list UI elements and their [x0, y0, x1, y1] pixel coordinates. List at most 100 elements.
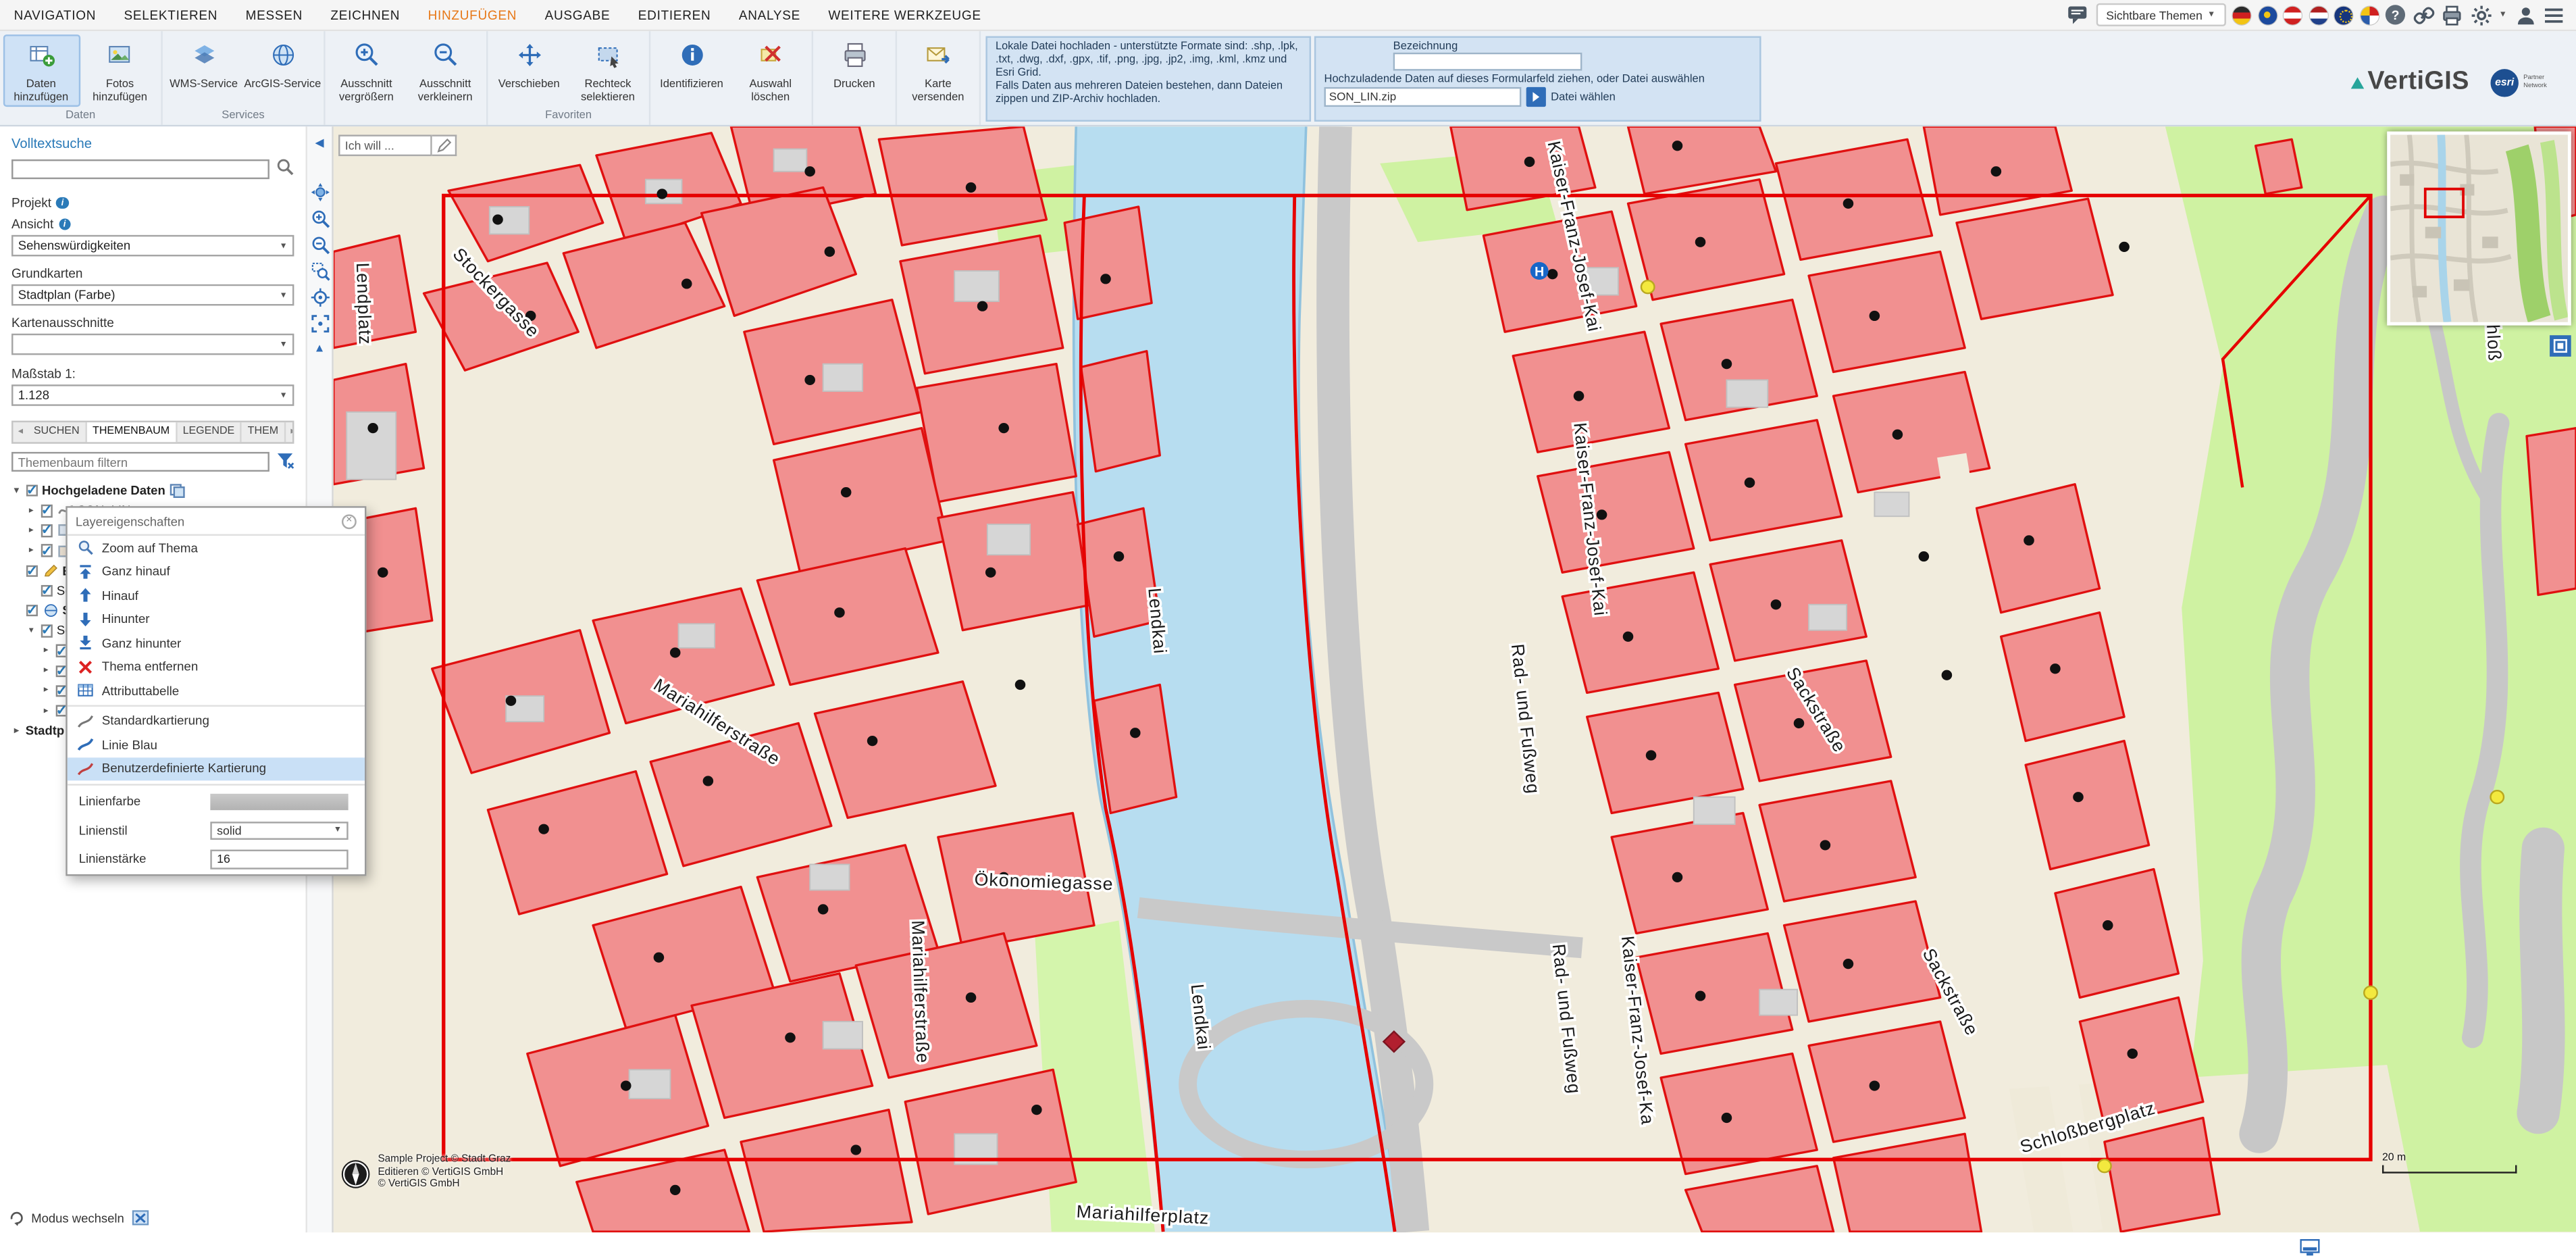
checkbox[interactable]	[41, 524, 53, 536]
tab-themen[interactable]: THEM	[242, 422, 286, 441]
ich-will-input[interactable]	[338, 134, 432, 156]
menu-item-attributtabelle[interactable]: Attributtabelle	[68, 679, 365, 703]
ansicht-select[interactable]: Sehenswürdigkeiten▼	[11, 235, 294, 257]
menu-item-zoom-auf-thema[interactable]: Zoom auf Thema	[68, 536, 365, 559]
help-icon[interactable]: ?	[2386, 5, 2405, 24]
expander-icon[interactable]: ▸	[26, 506, 36, 516]
expander-icon[interactable]: ▸	[41, 666, 51, 676]
zoom-in-button[interactable]	[309, 207, 330, 228]
zoom-out-extent-button[interactable]: Ausschnittverkleinern	[407, 34, 484, 107]
expander-icon[interactable]: ▸	[41, 646, 51, 656]
flag-eu-icon[interactable]	[2258, 6, 2276, 24]
expander-icon[interactable]: ▸	[41, 686, 51, 696]
kartenausschnitte-select[interactable]: ▼	[11, 334, 294, 355]
tabs-scroll-left-icon[interactable]: ◂	[13, 422, 28, 441]
settings-gear-icon[interactable]	[2470, 4, 2492, 26]
menu-item-linie-blau[interactable]: Linie Blau	[68, 733, 365, 757]
bezeichnung-input[interactable]	[1393, 52, 1582, 70]
zoom-in-extent-button[interactable]: Ausschnittvergrößern	[328, 34, 405, 107]
checkbox[interactable]	[41, 505, 53, 517]
themenbaum-filter-input[interactable]	[11, 452, 269, 472]
print-button[interactable]: Drucken	[816, 34, 893, 107]
rectangle-select-button[interactable]: Rechteckselektieren	[569, 34, 646, 107]
settings-caret-icon[interactable]: ▼	[2499, 10, 2507, 20]
flag-austria-icon[interactable]	[2284, 6, 2302, 24]
add-photos-button[interactable]: Fotoshinzufügen	[81, 34, 158, 107]
link-icon[interactable]	[2413, 4, 2434, 26]
flag-multicolor-icon[interactable]	[2360, 6, 2378, 24]
overview-map[interactable]	[2387, 132, 2571, 326]
upload-file-button[interactable]	[1526, 87, 1546, 107]
tab-legende[interactable]: LEGENDE	[177, 422, 242, 441]
flag-netherlands-icon[interactable]	[2309, 6, 2327, 24]
checkbox[interactable]	[26, 484, 38, 497]
flag-germany-icon[interactable]	[2233, 6, 2251, 24]
choose-file-label[interactable]: Datei wählen	[1551, 91, 1616, 103]
collapse-sidebar-button[interactable]: ◀	[309, 132, 330, 153]
checkbox[interactable]	[41, 625, 53, 637]
zoom-out-button[interactable]	[309, 233, 330, 255]
menu-hinzufuegen[interactable]: HINZUFÜGEN	[414, 0, 531, 30]
clear-selection-button[interactable]: Auswahllöschen	[732, 34, 809, 107]
menu-selektieren[interactable]: SELEKTIEREN	[110, 0, 232, 30]
feedback-bubble-icon[interactable]	[2067, 4, 2089, 26]
hamburger-menu-icon[interactable]	[2543, 4, 2565, 26]
scroll-up-button[interactable]: ▲	[309, 338, 330, 360]
menu-item-hinauf[interactable]: Hinauf	[68, 584, 365, 607]
tree-item-hochgeladene-daten[interactable]: ▾ Hochgeladene Daten	[11, 480, 294, 501]
tab-suchen[interactable]: SUCHEN	[28, 422, 86, 441]
menu-item-benutzerdefinierte-kartierung[interactable]: Benutzerdefinierte Kartierung	[68, 757, 365, 780]
menu-zeichnen[interactable]: ZEICHNEN	[317, 0, 414, 30]
grundkarten-select[interactable]: Stadtplan (Farbe)▼	[11, 284, 294, 306]
menu-messen[interactable]: MESSEN	[232, 0, 317, 30]
menu-weitere-werkzeuge[interactable]: WEITERE WERKZEUGE	[815, 0, 996, 30]
print-icon[interactable]	[2442, 4, 2463, 26]
menu-item-ganz-hinauf[interactable]: Ganz hinauf	[68, 559, 365, 583]
identify-button[interactable]: Identifizieren	[653, 34, 730, 107]
user-icon[interactable]	[2515, 4, 2536, 26]
tabs-scroll-right-icon[interactable]: ▸	[286, 422, 294, 441]
checkbox[interactable]	[26, 565, 38, 577]
checkbox[interactable]	[41, 545, 53, 557]
filter-clear-icon[interactable]	[276, 451, 294, 473]
menu-editieren[interactable]: EDITIEREN	[624, 0, 725, 30]
checkbox[interactable]	[41, 584, 53, 597]
expander-icon[interactable]: ▾	[11, 486, 22, 496]
file-name-input[interactable]	[1324, 88, 1522, 107]
line-style-select[interactable]: solid▼	[210, 821, 348, 840]
menu-item-thema-entfernen[interactable]: Thema entfernen	[68, 655, 365, 678]
menu-item-standardkartierung[interactable]: Standardkartierung	[68, 709, 365, 733]
pan-button[interactable]: Verschieben	[490, 34, 567, 107]
switch-mode-bar[interactable]: Modus wechseln	[0, 1206, 305, 1232]
expander-icon[interactable]: ▸	[41, 706, 51, 716]
wms-service-button[interactable]: WMS-Service	[165, 34, 242, 107]
massstab-select[interactable]: 1.128▼	[11, 384, 294, 406]
menu-ausgabe[interactable]: AUSGABE	[531, 0, 624, 30]
close-icon[interactable]: ×	[342, 513, 357, 528]
info-icon[interactable]: i	[59, 218, 71, 230]
expander-icon[interactable]: ▸	[11, 726, 22, 736]
expander-icon[interactable]: ▾	[26, 626, 36, 636]
map-canvas[interactable]: H Stockergasse Lendplatz Mariahilferstra…	[334, 126, 2576, 1232]
overview-toggle-button[interactable]	[2550, 335, 2571, 357]
zoom-box-button[interactable]	[309, 259, 330, 281]
expander-icon[interactable]: ▸	[26, 546, 36, 556]
send-map-button[interactable]: Karteversenden	[900, 34, 977, 107]
line-width-input[interactable]	[210, 850, 348, 869]
monitor-status-icon[interactable]	[2300, 1236, 2319, 1254]
search-icon[interactable]	[276, 158, 294, 180]
line-color-swatch[interactable]	[210, 793, 348, 809]
menu-analyse[interactable]: ANALYSE	[725, 0, 815, 30]
flag-eu-stars-icon[interactable]	[2335, 6, 2353, 24]
tab-themenbaum[interactable]: THEMENBAUM	[87, 422, 178, 441]
info-icon[interactable]: i	[56, 197, 68, 209]
menu-navigation[interactable]: NAVIGATION	[0, 0, 110, 30]
add-data-button[interactable]: Datenhinzufügen	[3, 34, 80, 107]
expander-icon[interactable]: ▸	[26, 526, 36, 536]
center-target-button[interactable]	[309, 286, 330, 307]
pan-globe-button[interactable]	[309, 181, 330, 203]
menu-item-ganz-hinunter[interactable]: Ganz hinunter	[68, 631, 365, 655]
fulltext-search-input[interactable]	[11, 159, 269, 178]
ich-will-button[interactable]	[432, 134, 457, 156]
arcgis-service-button[interactable]: ArcGIS-Service	[244, 34, 321, 107]
